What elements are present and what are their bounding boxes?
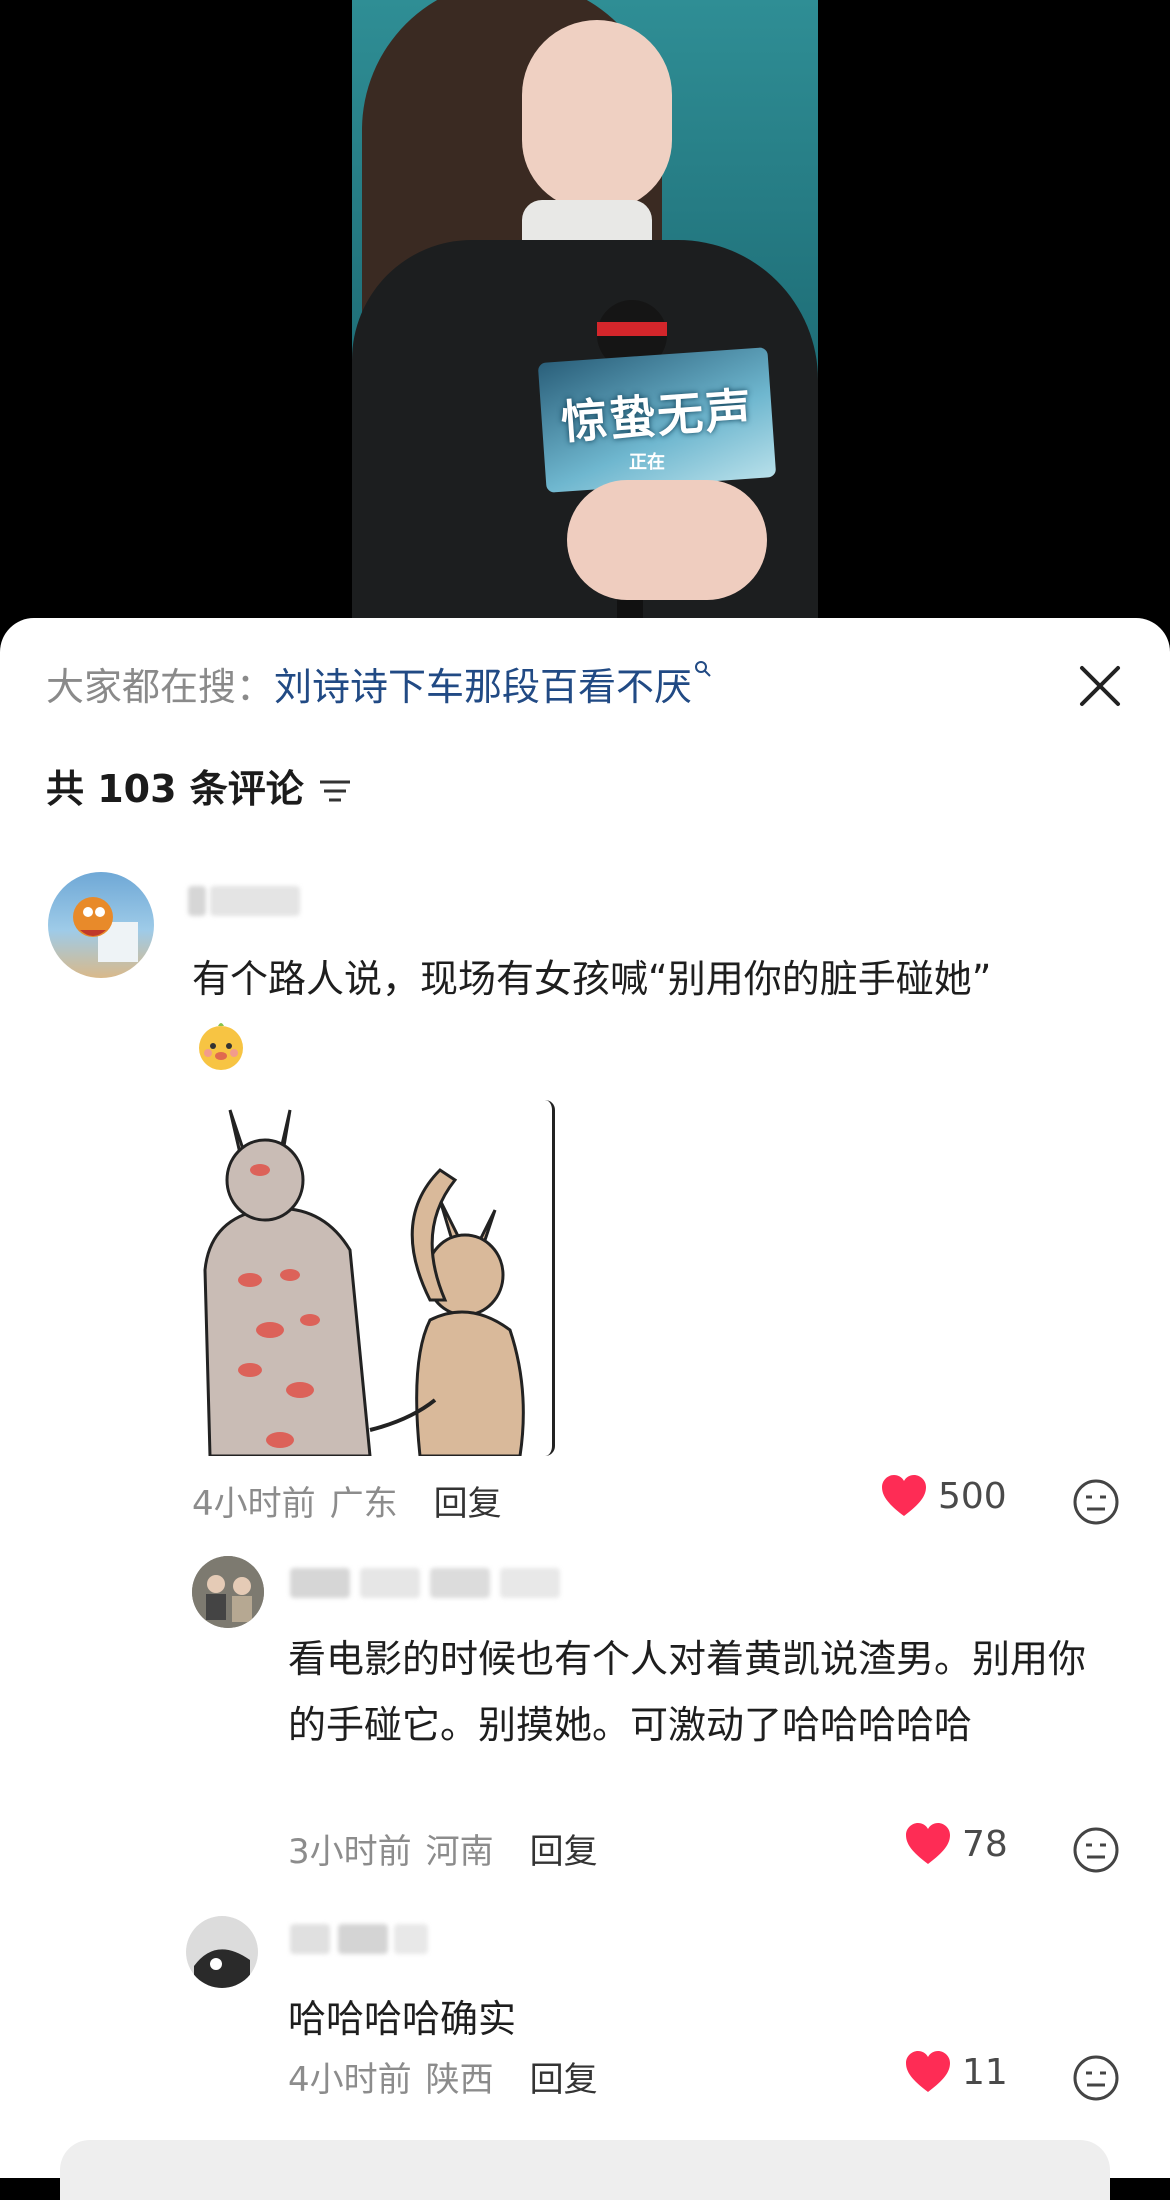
heart-icon (906, 1823, 950, 1864)
heart-icon (906, 2051, 950, 2092)
like-count: 11 (962, 2051, 1008, 2093)
comment-location: 广东 (329, 1484, 398, 1524)
avatar[interactable] (192, 1556, 264, 1628)
cute-face-emoji (194, 1018, 248, 1072)
hands-shape (567, 480, 767, 600)
comment-text: 哈哈哈哈确实 (288, 1997, 517, 2041)
comment-input-bar[interactable] (60, 2140, 1110, 2200)
avatar[interactable] (186, 1916, 258, 1988)
video-player[interactable]: 惊蛰无声 正在 (0, 0, 1170, 640)
reply-button[interactable]: 回复 (530, 2052, 598, 2101)
avatar[interactable] (48, 872, 154, 978)
username[interactable] (290, 1924, 430, 1954)
username[interactable] (290, 1568, 570, 1598)
microphone-band (597, 322, 667, 336)
like-button[interactable]: 500 (880, 1474, 1007, 1518)
close-icon[interactable] (1078, 664, 1122, 708)
comment-time: 3小时前 (288, 1832, 412, 1872)
comment-meta: 4小时前 陕西 回复 (288, 2052, 598, 2101)
comment-sheet: 大家都在搜： 刘诗诗下车那段百看不厌 共 103 条评论 有个路人说，现场有女孩… (0, 618, 1170, 2200)
emoji-reply-icon[interactable] (1072, 1826, 1120, 1874)
comment-meta: 3小时前 河南 回复 (288, 1824, 598, 1873)
emoji-reply-icon[interactable] (1072, 2054, 1120, 2102)
trending-search-label: 大家都在搜： (46, 664, 275, 709)
username[interactable] (188, 886, 308, 916)
face-shape (522, 20, 672, 210)
sort-filter-icon[interactable] (318, 771, 352, 801)
like-count: 78 (962, 1823, 1008, 1865)
like-button[interactable]: 78 (904, 1822, 1008, 1866)
comment-text: 有个路人说，现场有女孩喊“别用你的脏手碰她” (192, 957, 992, 1001)
comment-text: 看电影的时候也有个人对着黄凯说渣男。别用你的手碰它。别摸她。可激动了哈哈哈哈哈 (288, 1637, 1087, 1747)
like-count: 500 (938, 1475, 1007, 1517)
mic-sign-subtitle: 正在 (629, 452, 665, 473)
meme-sticker[interactable] (190, 1100, 555, 1456)
like-button[interactable]: 11 (904, 2050, 1008, 2094)
reply-button[interactable]: 回复 (530, 1824, 598, 1873)
comment-time: 4小时前 (288, 2060, 412, 2100)
trending-search-link[interactable]: 刘诗诗下车那段百看不厌 (274, 656, 692, 711)
comment-count-label: 共 103 条评论 (46, 767, 304, 811)
trending-search[interactable]: 大家都在搜： 刘诗诗下车那段百看不厌 (46, 656, 712, 711)
reply-button[interactable]: 回复 (434, 1476, 502, 1525)
comment-time: 4小时前 (192, 1484, 316, 1524)
comment-meta: 4小时前 广东 回复 (192, 1476, 502, 1525)
emoji-reply-icon[interactable] (1072, 1478, 1120, 1526)
magnifier-icon (694, 659, 712, 684)
comment-count: 共 103 条评论 (46, 758, 352, 813)
heart-icon (882, 1475, 926, 1516)
video-frame: 惊蛰无声 正在 (352, 0, 818, 640)
comment-location: 陕西 (425, 2060, 494, 2100)
comment-location: 河南 (425, 1832, 494, 1872)
